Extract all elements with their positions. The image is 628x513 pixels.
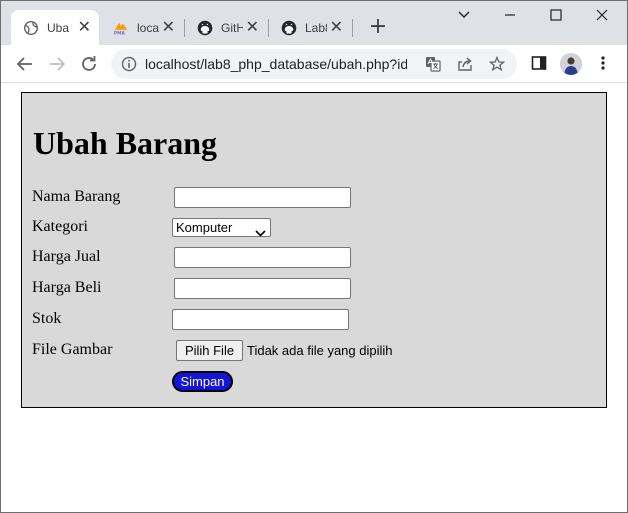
back-arrow-icon[interactable] [13, 52, 37, 76]
label-file-gambar: File Gambar [32, 341, 113, 358]
tab-title: GitHub [221, 20, 243, 35]
url-text[interactable]: localhost/lab8_php_database/ubah.php?id=… [145, 56, 407, 72]
stok-input[interactable] [172, 309, 349, 330]
tab-title: localhost / 127.0.0.1 / phpMyAdmin [137, 20, 159, 35]
profile-avatar[interactable] [560, 53, 582, 75]
kategori-selected-value: Komputer [176, 220, 233, 235]
tab-ubah-barang[interactable]: Ubah Barang ✕ [11, 10, 99, 45]
maximize-icon[interactable] [541, 9, 571, 29]
file-status-text: Tidak ada file yang dipilih [247, 343, 393, 358]
browser-window: Ubah Barang ✕ PMA localhost / 127.0.0.1 … [0, 0, 628, 513]
translate-icon[interactable] [425, 56, 441, 72]
reload-icon[interactable] [77, 52, 101, 76]
bookmark-star-icon[interactable] [488, 55, 506, 72]
label-kategori: Kategori [32, 218, 88, 235]
window-close-icon[interactable] [587, 9, 617, 29]
tab-strip: Ubah Barang ✕ PMA localhost / 127.0.0.1 … [1, 1, 627, 45]
harga-beli-input[interactable] [174, 278, 351, 299]
label-harga-jual: Harga Jual [32, 248, 101, 265]
tab-title: Lab8 [305, 20, 327, 35]
chevron-down-icon [255, 224, 266, 241]
harga-jual-input[interactable] [174, 247, 351, 268]
page-title: Ubah Barang [33, 125, 218, 161]
github-icon [281, 20, 297, 36]
side-panel-icon[interactable] [531, 55, 549, 73]
page-viewport: Ubah Barang Nama Barang Kategori Kompute… [1, 84, 627, 512]
tab-search-chevron-down-icon[interactable] [449, 7, 479, 27]
kategori-select[interactable]: Komputer [172, 218, 271, 237]
phpmyadmin-icon: PMA [113, 20, 129, 36]
tab-close-icon[interactable]: ✕ [330, 19, 343, 36]
forward-arrow-icon[interactable] [45, 52, 69, 76]
tab-phpmyadmin[interactable]: PMA localhost / 127.0.0.1 / phpMyAdmin ✕ [101, 10, 183, 45]
share-icon[interactable] [457, 56, 473, 72]
tab-close-icon[interactable]: ✕ [78, 19, 91, 36]
label-harga-beli: Harga Beli [32, 279, 102, 296]
choose-file-button[interactable]: Pilih File [176, 340, 243, 361]
label-nama-barang: Nama Barang [32, 188, 121, 205]
label-stok: Stok [32, 310, 62, 327]
github-icon [197, 20, 213, 36]
site-info-icon[interactable] [121, 56, 137, 76]
tab-lab8[interactable]: Lab8 ✕ [269, 10, 351, 45]
browser-toolbar: localhost/lab8_php_database/ubah.php?id=… [1, 45, 627, 83]
nama-barang-input[interactable] [174, 187, 351, 208]
globe-icon [23, 20, 39, 36]
new-tab-button[interactable]: + [367, 16, 389, 39]
tab-github[interactable]: GitHub ✕ [185, 10, 267, 45]
tab-separator [352, 19, 353, 37]
tab-close-icon[interactable]: ✕ [246, 19, 259, 36]
tab-title: Ubah Barang [47, 20, 69, 35]
address-bar[interactable]: localhost/lab8_php_database/ubah.php?id=… [111, 49, 517, 79]
tab-close-icon[interactable]: ✕ [162, 19, 175, 36]
more-menu-icon[interactable] [595, 55, 613, 73]
edit-form: Ubah Barang Nama Barang Kategori Kompute… [21, 92, 607, 408]
simpan-button[interactable]: Simpan [172, 371, 233, 392]
minimize-icon[interactable] [495, 9, 525, 29]
svg-text:PMA: PMA [114, 30, 126, 35]
